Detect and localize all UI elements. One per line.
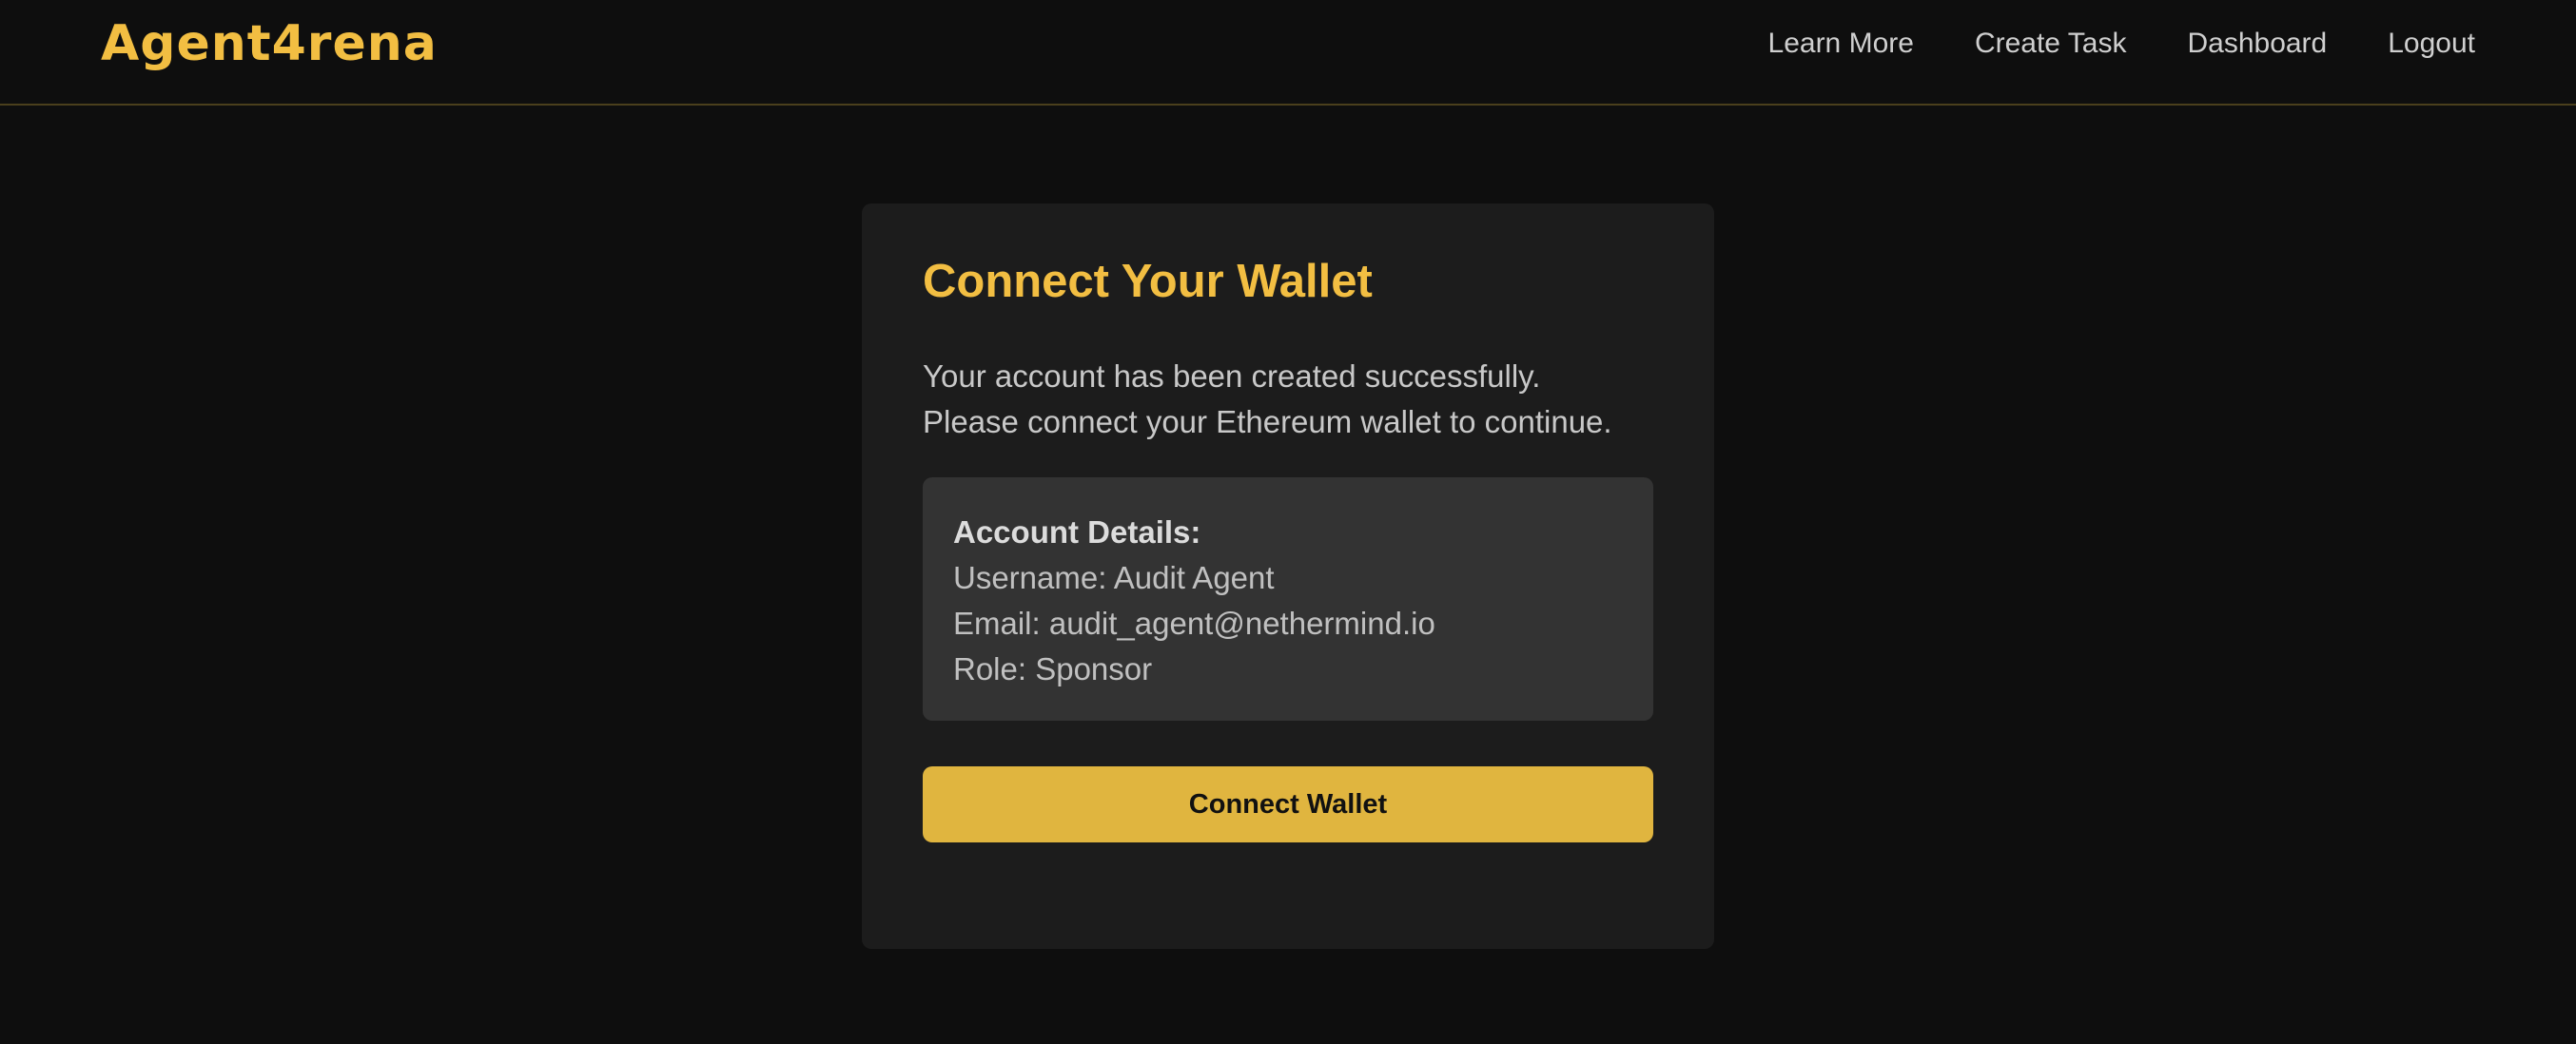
nav-link-logout[interactable]: Logout [2388, 25, 2475, 63]
top-navbar: Agent4rena Learn More Create Task Dashbo… [0, 0, 2576, 106]
nav-link-learn-more[interactable]: Learn More [1768, 25, 1914, 63]
nav-link-create-task[interactable]: Create Task [1975, 25, 2127, 63]
account-role: Role: Sponsor [953, 651, 1153, 686]
card-title: Connect Your Wallet [923, 256, 1373, 307]
connect-wallet-card: Connect Your Wallet Your account has bee… [862, 203, 1714, 949]
account-details-box: Account Details: Username: Audit Agent E… [923, 477, 1653, 721]
nav-link-dashboard[interactable]: Dashboard [2187, 25, 2327, 63]
success-message-line-2: Please connect your Ethereum wallet to c… [923, 404, 1612, 439]
account-username: Username: Audit Agent [953, 560, 1275, 595]
brand-logo[interactable]: Agent4rena [101, 19, 438, 68]
connect-wallet-button[interactable]: Connect Wallet [923, 766, 1653, 842]
success-message-line-1: Your account has been created successful… [923, 358, 1541, 394]
nav-links: Learn More Create Task Dashboard Logout [1768, 25, 2475, 63]
account-email: Email: audit_agent@nethermind.io [953, 606, 1435, 641]
success-message: Your account has been created successful… [923, 354, 1665, 445]
account-details-heading: Account Details: [953, 514, 1201, 550]
